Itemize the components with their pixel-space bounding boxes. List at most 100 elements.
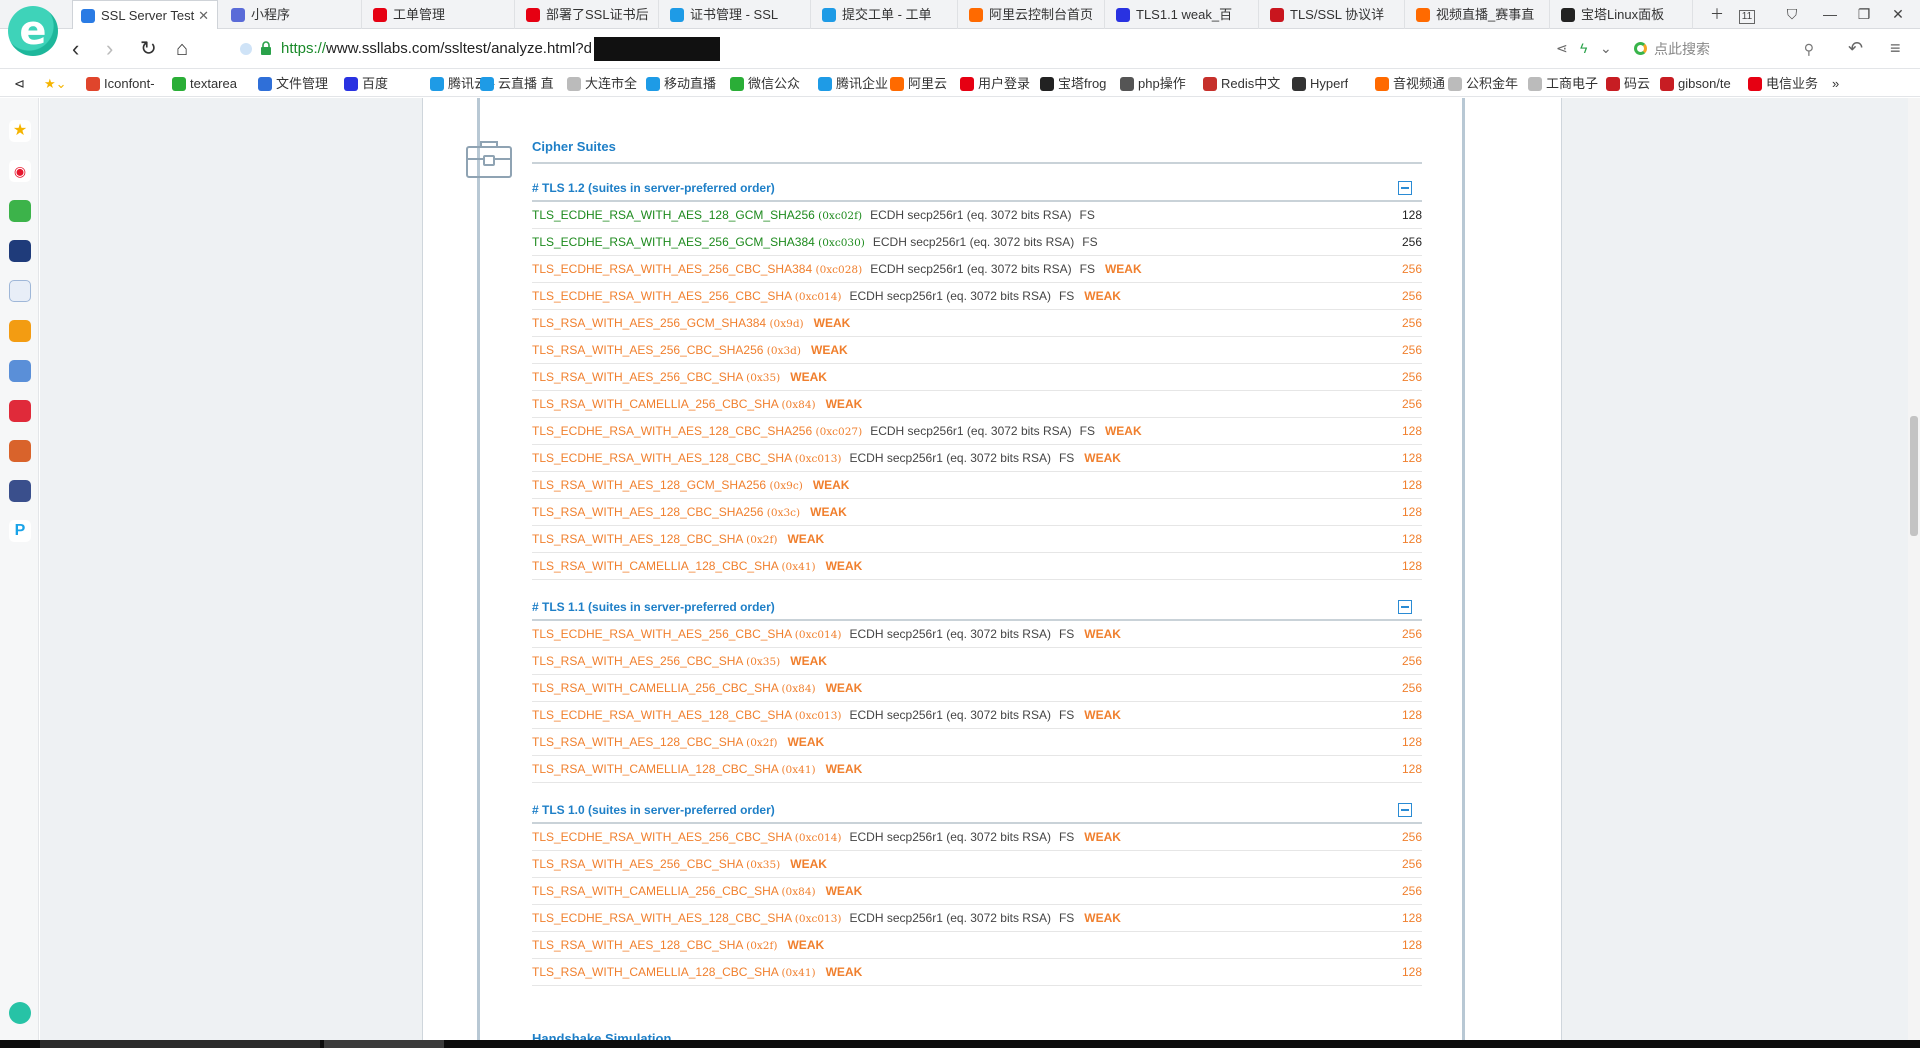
tab-6[interactable]: 提交工单 - 工单 bbox=[814, 0, 958, 29]
bookmark-item[interactable]: 用户登录 bbox=[960, 70, 1030, 97]
tab-label: 证书管理 - SSL bbox=[690, 7, 779, 22]
tab-4[interactable]: 部署了SSL证书后 bbox=[518, 0, 659, 29]
bookmark-item[interactable]: Iconfont- bbox=[86, 70, 155, 97]
app-icon-1[interactable] bbox=[9, 240, 31, 262]
novel-app-icon[interactable] bbox=[9, 320, 31, 342]
bookmark-item[interactable]: 阿里云 bbox=[890, 70, 947, 97]
search-icon[interactable]: ⚲ bbox=[1804, 35, 1814, 63]
tab-favicon-icon bbox=[1116, 7, 1130, 22]
minimize-button[interactable]: — bbox=[1818, 0, 1842, 29]
tab-7[interactable]: 阿里云控制台首页 bbox=[961, 0, 1105, 29]
sidebar-settings-icon[interactable] bbox=[9, 1002, 31, 1024]
home-button[interactable]: ⌂ bbox=[176, 37, 188, 61]
bookmark-item[interactable]: 移动直播 bbox=[646, 70, 716, 97]
bookmark-item[interactable]: 公积金年 bbox=[1448, 70, 1518, 97]
cipher-name: TLS_RSA_WITH_AES_256_GCM_SHA384 (0x9d) bbox=[532, 316, 804, 330]
site-info-icon[interactable] bbox=[240, 43, 252, 55]
bookmark-item[interactable]: Hyperf bbox=[1292, 70, 1348, 97]
scrollbar-thumb[interactable] bbox=[1910, 416, 1918, 536]
cipher-name-text: TLS_RSA_WITH_AES_128_CBC_SHA bbox=[532, 735, 743, 749]
forward-button[interactable]: › bbox=[106, 37, 113, 61]
bookmark-sidebar-toggle-icon[interactable]: ⊲ bbox=[14, 70, 30, 97]
weak-badge: WEAK bbox=[1084, 451, 1121, 465]
tab-1[interactable]: SSL Server Test ✕ bbox=[72, 0, 218, 30]
tab-5[interactable]: 证书管理 - SSL bbox=[662, 0, 811, 29]
bookmark-item[interactable]: 微信公众 bbox=[730, 70, 800, 97]
collapse-toggle-icon[interactable] bbox=[1398, 803, 1412, 817]
page-scrollbar[interactable] bbox=[1908, 98, 1920, 1040]
reload-button[interactable]: ↻ bbox=[140, 37, 157, 61]
bookmark-item[interactable]: 工商电子 bbox=[1528, 70, 1598, 97]
tab-count-button[interactable]: 11 bbox=[1736, 0, 1758, 29]
bookmark-favicon-icon bbox=[1375, 76, 1389, 91]
favorites-star-icon[interactable]: ★⌄ bbox=[44, 70, 74, 97]
close-window-button[interactable]: ✕ bbox=[1886, 0, 1910, 29]
taskbar-item[interactable] bbox=[40, 1040, 320, 1048]
search-input[interactable]: 点此搜索 ⚲ bbox=[1630, 35, 1820, 63]
back-button[interactable]: ‹ bbox=[72, 37, 79, 61]
favorites-icon[interactable]: ★ bbox=[9, 120, 31, 142]
tab-2[interactable]: 小程序 bbox=[223, 0, 362, 29]
bookmark-item[interactable]: 云直播 直 bbox=[480, 70, 554, 97]
bookmark-item[interactable]: Redis中文 bbox=[1203, 70, 1280, 97]
bookmarks-overflow-icon[interactable]: » bbox=[1832, 70, 1839, 97]
restore-button[interactable]: ❐ bbox=[1852, 0, 1876, 29]
document-icon[interactable] bbox=[9, 280, 31, 302]
collapse-toggle-icon[interactable] bbox=[1398, 600, 1412, 614]
bookmark-item[interactable]: 大连市全 bbox=[567, 70, 637, 97]
url-field[interactable]: https://www.ssllabs.com/ssltest/analyze.… bbox=[281, 35, 720, 63]
bookmark-favicon-icon bbox=[86, 76, 100, 91]
tab-3[interactable]: 工单管理 bbox=[365, 0, 515, 29]
bookmark-label: 百度 bbox=[362, 76, 389, 91]
forward-secrecy-label: FS bbox=[1079, 424, 1095, 438]
bookmark-favicon-icon bbox=[1606, 76, 1620, 91]
game-app-icon-1[interactable] bbox=[9, 360, 31, 382]
bookmark-item[interactable]: gibson/te bbox=[1660, 70, 1731, 97]
game-app-icon-3[interactable] bbox=[9, 480, 31, 502]
tab-8[interactable]: TLS1.1 weak_百 bbox=[1108, 0, 1259, 29]
bookmark-item[interactable]: 码云 bbox=[1606, 70, 1650, 97]
p-app-icon[interactable]: P bbox=[9, 520, 31, 542]
tab-label: 工单管理 bbox=[393, 7, 446, 22]
share-icon[interactable]: ⋖ bbox=[1556, 40, 1568, 57]
cipher-row: TLS_RSA_WITH_AES_128_CBC_SHA256 (0x3c) WE… bbox=[532, 499, 1422, 526]
shirt-icon[interactable]: ⛉ bbox=[1780, 0, 1804, 29]
bolt-icon[interactable]: ϟ bbox=[1580, 40, 1587, 56]
bookmark-item[interactable]: 百度 bbox=[344, 70, 388, 97]
cipher-row: TLS_RSA_WITH_CAMELLIA_256_CBC_SHA (0x84)… bbox=[532, 675, 1422, 702]
bookmark-favicon-icon bbox=[567, 76, 581, 91]
tab-favicon-icon bbox=[231, 7, 245, 22]
mail-icon[interactable] bbox=[9, 200, 31, 222]
close-tab-icon[interactable]: ✕ bbox=[198, 1, 209, 30]
tab-11[interactable]: 宝塔Linux面板 bbox=[1553, 0, 1693, 29]
game-app-icon-2[interactable] bbox=[9, 440, 31, 462]
chevron-down-icon[interactable]: ⌄ bbox=[1600, 40, 1612, 57]
tab-10[interactable]: 视频直播_赛事直 bbox=[1408, 0, 1550, 29]
cipher-name: TLS_RSA_WITH_AES_256_CBC_SHA (0x35) bbox=[532, 370, 780, 384]
cipher-name: TLS_ECDHE_RSA_WITH_AES_256_GCM_SHA384 (0… bbox=[532, 235, 865, 249]
taskbar-item[interactable] bbox=[324, 1040, 444, 1048]
tab-9[interactable]: TLS/SSL 协议详 bbox=[1262, 0, 1405, 29]
cipher-name-text: TLS_RSA_WITH_CAMELLIA_256_CBC_SHA bbox=[532, 397, 779, 411]
cipher-row: TLS_ECDHE_RSA_WITH_AES_128_GCM_SHA256 (0… bbox=[532, 202, 1422, 229]
bookmark-item[interactable]: php操作 bbox=[1120, 70, 1186, 97]
undo-icon[interactable]: ↶ bbox=[1848, 38, 1863, 59]
search-engine-icon[interactable] bbox=[1634, 42, 1647, 55]
bookmark-item[interactable]: 电信业务 bbox=[1748, 70, 1818, 97]
bookmark-item[interactable]: 音视频通 bbox=[1375, 70, 1445, 97]
browser-logo-icon[interactable]: e bbox=[8, 6, 58, 56]
bookmark-item[interactable]: 腾讯企业 bbox=[818, 70, 888, 97]
weak-badge: WEAK bbox=[813, 316, 851, 330]
lock-icon[interactable] bbox=[260, 41, 272, 55]
key-exchange-info: ECDH secp256r1 (eq. 3072 bits RSA) bbox=[849, 627, 1051, 641]
bookmark-item[interactable]: 文件管理 bbox=[258, 70, 328, 97]
bookmark-item[interactable]: textarea bbox=[172, 70, 237, 97]
collapse-toggle-icon[interactable] bbox=[1398, 181, 1412, 195]
weibo-icon[interactable]: ◉ bbox=[9, 160, 31, 182]
new-tab-button[interactable]: ＋ bbox=[1705, 0, 1729, 29]
tab-favicon-icon bbox=[670, 7, 684, 22]
red-app-icon[interactable] bbox=[9, 400, 31, 422]
key-bits: 128 bbox=[1401, 532, 1422, 546]
bookmark-item[interactable]: 宝塔frog bbox=[1040, 70, 1106, 97]
menu-icon[interactable]: ≡ bbox=[1890, 38, 1901, 59]
